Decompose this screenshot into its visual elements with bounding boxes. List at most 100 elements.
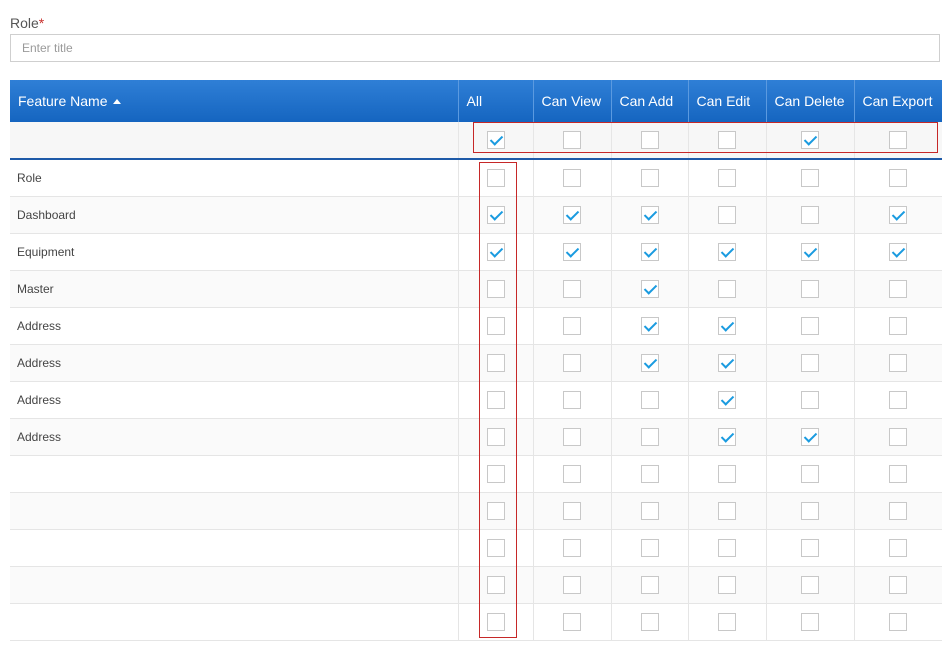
can-export-checkbox[interactable] xyxy=(889,612,908,631)
can-delete-checkbox[interactable] xyxy=(801,316,819,335)
can-export-checkbox[interactable] xyxy=(889,316,908,335)
can-view-checkbox[interactable] xyxy=(563,353,581,372)
can-edit-checkbox[interactable] xyxy=(718,612,736,631)
col-header-feature-name[interactable]: Feature Name xyxy=(10,80,459,122)
all-checkbox[interactable] xyxy=(486,316,505,335)
select-all-can-edit-checkbox[interactable] xyxy=(718,130,736,149)
can-export-checkbox[interactable] xyxy=(889,464,908,483)
can-view-checkbox[interactable] xyxy=(563,538,581,557)
can-view-checkbox[interactable] xyxy=(563,390,581,409)
all-checkbox[interactable] xyxy=(486,353,505,372)
can-view-checkbox[interactable] xyxy=(563,575,581,594)
can-view-checkbox[interactable] xyxy=(563,464,581,483)
can-delete-checkbox[interactable] xyxy=(801,242,819,261)
select-all-can-export-checkbox[interactable] xyxy=(889,130,908,149)
can-export-checkbox[interactable] xyxy=(889,538,908,557)
can-export-checkbox[interactable] xyxy=(889,242,908,261)
select-all-can-view-checkbox[interactable] xyxy=(563,130,581,149)
feature-name-cell xyxy=(10,566,459,604)
can-export-checkbox[interactable] xyxy=(889,168,908,187)
can-view-checkbox[interactable] xyxy=(563,279,581,298)
all-checkbox[interactable] xyxy=(486,501,505,520)
can-view-checkbox[interactable] xyxy=(563,501,581,520)
can-export-checkbox[interactable] xyxy=(889,575,908,594)
can-edit-checkbox[interactable] xyxy=(718,242,736,261)
all-checkbox[interactable] xyxy=(486,464,505,483)
can-add-checkbox[interactable] xyxy=(640,464,659,483)
can-delete-checkbox[interactable] xyxy=(801,279,819,298)
can-delete-checkbox[interactable] xyxy=(801,538,819,557)
can-export-checkbox[interactable] xyxy=(889,427,908,446)
can-view-checkbox[interactable] xyxy=(563,316,581,335)
can-delete-checkbox[interactable] xyxy=(801,612,819,631)
can-add-checkbox[interactable] xyxy=(640,279,659,298)
can-delete-checkbox[interactable] xyxy=(801,464,819,483)
can-edit-checkbox[interactable] xyxy=(718,501,736,520)
can-view-checkbox[interactable] xyxy=(563,427,581,446)
can-export-checkbox[interactable] xyxy=(889,390,908,409)
all-checkbox[interactable] xyxy=(486,242,505,261)
can-edit-checkbox[interactable] xyxy=(718,168,736,187)
feature-name-cell: Address xyxy=(10,307,459,345)
col-header-can-add[interactable]: Can Add xyxy=(611,80,689,122)
can-export-checkbox[interactable] xyxy=(889,501,908,520)
can-edit-checkbox[interactable] xyxy=(718,575,736,594)
col-header-can-edit[interactable]: Can Edit xyxy=(688,80,767,122)
can-add-checkbox[interactable] xyxy=(640,353,659,372)
can-add-checkbox[interactable] xyxy=(640,538,659,557)
all-checkbox[interactable] xyxy=(486,168,505,187)
can-export-checkbox[interactable] xyxy=(889,279,908,298)
can-add-checkbox[interactable] xyxy=(640,501,659,520)
can-view-checkbox[interactable] xyxy=(563,612,581,631)
select-all-all-checkbox[interactable] xyxy=(486,130,505,149)
can-add-checkbox[interactable] xyxy=(640,427,659,446)
can-add-checkbox[interactable] xyxy=(640,316,659,335)
can-edit-checkbox[interactable] xyxy=(718,427,736,446)
col-header-can-delete[interactable]: Can Delete xyxy=(766,80,855,122)
all-checkbox[interactable] xyxy=(486,390,505,409)
all-checkbox[interactable] xyxy=(486,612,505,631)
can-delete-checkbox[interactable] xyxy=(801,501,819,520)
can-delete-checkbox[interactable] xyxy=(801,390,819,409)
col-header-label: Can View xyxy=(541,93,602,109)
all-checkbox[interactable] xyxy=(486,538,505,557)
all-checkbox[interactable] xyxy=(486,279,505,298)
all-checkbox[interactable] xyxy=(486,205,505,224)
can-edit-checkbox[interactable] xyxy=(718,464,736,483)
table-row: Address xyxy=(10,307,942,345)
can-add-checkbox[interactable] xyxy=(640,242,659,261)
can-edit-checkbox[interactable] xyxy=(718,316,736,335)
can-view-checkbox[interactable] xyxy=(563,205,581,224)
can-delete-checkbox[interactable] xyxy=(801,205,819,224)
all-checkbox[interactable] xyxy=(486,427,505,446)
can-edit-checkbox[interactable] xyxy=(718,205,736,224)
col-header-all[interactable]: All xyxy=(458,80,534,122)
table-row: Address xyxy=(10,418,942,456)
can-view-checkbox[interactable] xyxy=(563,168,581,187)
can-view-cell xyxy=(533,307,612,345)
can-export-checkbox[interactable] xyxy=(889,205,908,224)
can-delete-checkbox[interactable] xyxy=(801,353,819,372)
all-checkbox[interactable] xyxy=(486,575,505,594)
col-header-can-export[interactable]: Can Export xyxy=(854,80,942,122)
can-edit-checkbox[interactable] xyxy=(718,390,736,409)
can-delete-cell xyxy=(766,344,855,382)
can-edit-checkbox[interactable] xyxy=(718,538,736,557)
select-all-can-add-checkbox[interactable] xyxy=(640,130,659,149)
can-delete-checkbox[interactable] xyxy=(801,168,819,187)
can-add-checkbox[interactable] xyxy=(640,168,659,187)
can-view-checkbox[interactable] xyxy=(563,242,581,261)
can-add-checkbox[interactable] xyxy=(640,205,659,224)
can-edit-checkbox[interactable] xyxy=(718,353,736,372)
can-export-checkbox[interactable] xyxy=(889,353,908,372)
can-delete-checkbox[interactable] xyxy=(801,427,819,446)
role-title-input[interactable] xyxy=(10,34,940,62)
can-add-checkbox[interactable] xyxy=(640,390,659,409)
can-add-checkbox[interactable] xyxy=(640,612,659,631)
select-all-can-delete-checkbox[interactable] xyxy=(801,130,819,149)
can-delete-cell xyxy=(766,529,855,567)
can-add-checkbox[interactable] xyxy=(640,575,659,594)
can-delete-checkbox[interactable] xyxy=(801,575,819,594)
can-edit-checkbox[interactable] xyxy=(718,279,736,298)
col-header-can-view[interactable]: Can View xyxy=(533,80,612,122)
